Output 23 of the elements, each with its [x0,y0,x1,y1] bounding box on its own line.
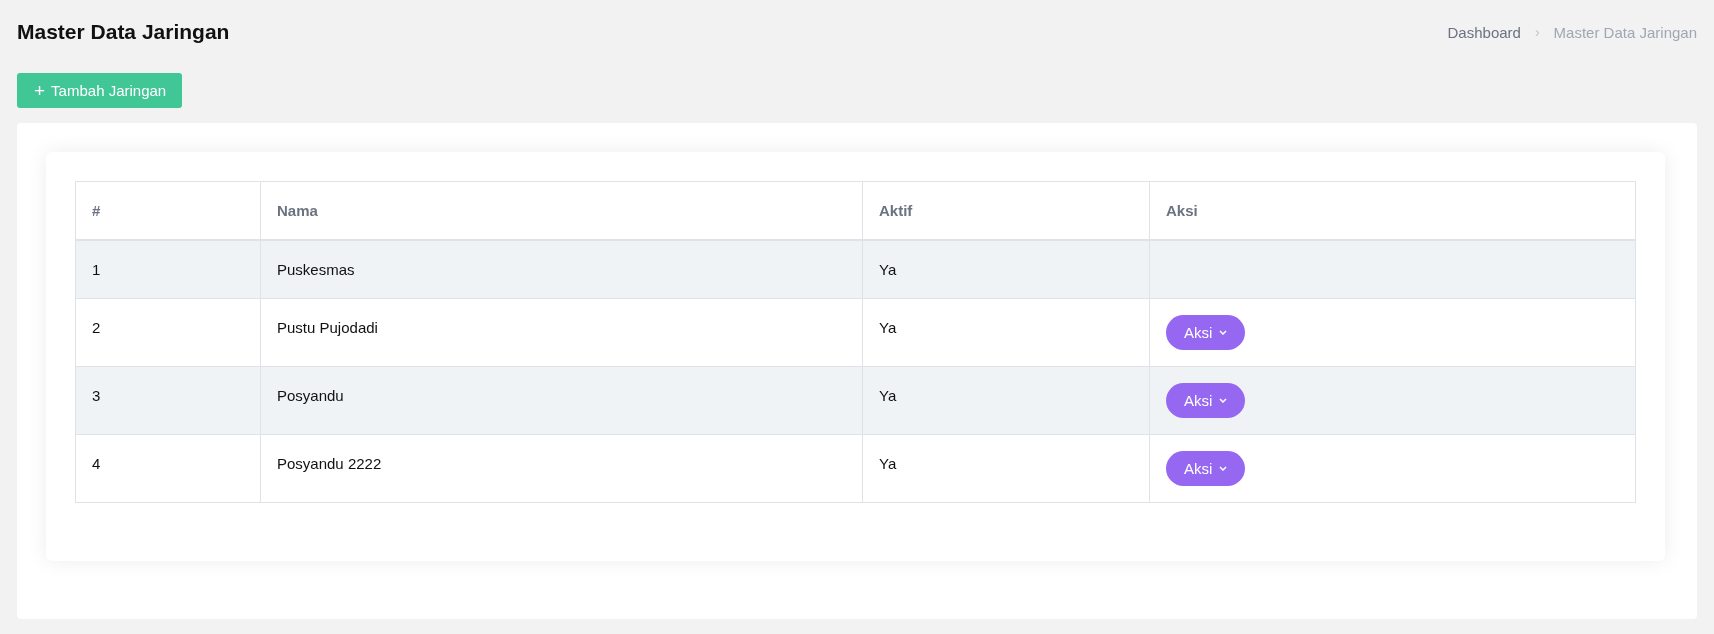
breadcrumb-item[interactable]: Dashboard [1447,23,1521,41]
chevron-down-icon [1219,330,1228,335]
table-cell: 2 [75,298,261,367]
chevron-down-icon [1219,398,1228,403]
action-dropdown-button[interactable]: Aksi [1166,451,1246,486]
breadcrumb-item: Master Data Jaringan [1553,23,1697,41]
table-cell: 1 [75,240,261,299]
breadcrumb-separator: › [1534,24,1540,40]
table-cell: Ya [862,434,1150,503]
action-dropdown-button[interactable]: Aksi [1166,315,1246,350]
table-cell: 4 [75,434,261,503]
table-cell: Puskesmas [260,240,863,299]
table-cell: Ya [862,240,1150,299]
add-network-button[interactable]: + Tambah Jaringan [17,73,183,108]
table-cell: Posyandu 2222 [260,434,863,503]
action-dropdown-button[interactable]: Aksi [1166,383,1246,418]
table-cell: 3 [75,366,261,435]
table-cell: Ya [862,366,1150,435]
chevron-down-icon [1219,466,1228,471]
table-cell: Pustu Pujodadi [260,298,863,367]
page-title: Master Data Jaringan [17,20,230,44]
table-cell: Posyandu [260,366,863,435]
table-cell: Ya [862,298,1150,367]
